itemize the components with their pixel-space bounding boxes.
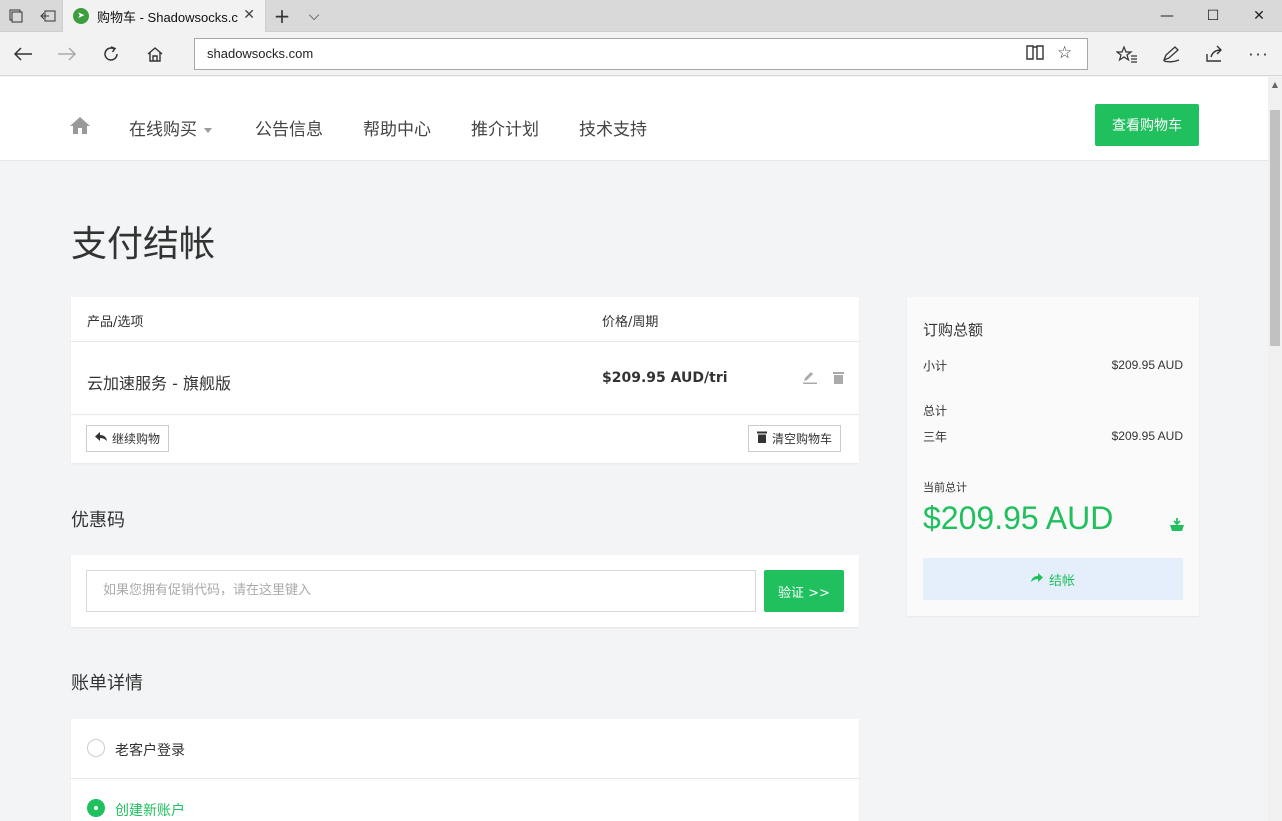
promo-section-title: 优惠码 (71, 510, 125, 531)
chevron-down-icon (204, 127, 212, 133)
promo-code-input[interactable]: 如果您拥有促销代码，请在这里键入 (86, 570, 756, 612)
close-tab-icon[interactable]: ✕ (243, 7, 255, 23)
more-menu-icon[interactable]: ··· (1244, 41, 1274, 67)
basket-icon (1170, 518, 1184, 536)
divider (71, 414, 859, 415)
existing-customer-label: 老客户登录 (115, 743, 185, 759)
tab-list-chevron-icon[interactable]: ⌵ (302, 5, 326, 27)
new-account-label: 创建新账户 (115, 803, 185, 819)
checkout-label: 结帐 (1048, 573, 1075, 589)
continue-shopping-label: 继续购物 (112, 432, 161, 446)
subtotal-value: $209.95 AUD (1111, 358, 1183, 372)
browser-titlebar: ➤ 购物车 - Shadowsocks.c ✕ + ⌵ — ☐ ✕ (0, 0, 1282, 32)
forward-arrow-icon[interactable] (52, 41, 82, 67)
menu-buy-online[interactable]: 在线购买 (129, 115, 212, 140)
scroll-up-icon[interactable]: ▲ (1270, 80, 1280, 89)
browser-tab[interactable]: ➤ 购物车 - Shadowsocks.c ✕ (62, 0, 266, 32)
site-home-icon[interactable] (69, 115, 91, 135)
summary-title: 订购总额 (923, 321, 984, 339)
product-price: $209.95 AUD/tri (602, 370, 728, 386)
tab-title: 购物车 - Shadowsocks.c (97, 9, 238, 25)
col-header-product: 产品/选项 (87, 315, 144, 330)
col-header-price: 价格/周期 (602, 315, 659, 330)
site-favicon-icon: ➤ (73, 8, 89, 24)
menu-buy-online-label: 在线购买 (129, 120, 197, 140)
share-arrow-icon (1030, 572, 1043, 587)
page-title: 支付结帐 (71, 224, 216, 265)
back-arrow-icon[interactable] (8, 41, 38, 67)
close-window-button[interactable]: ✕ (1236, 0, 1282, 32)
web-page: 在线购买 公告信息 帮助中心 推介计划 技术支持 查看购物车 支付结帐 产品/选… (0, 77, 1268, 821)
menu-announcements[interactable]: 公告信息 (255, 115, 323, 140)
menu-tech-support[interactable]: 技术支持 (579, 115, 647, 140)
subtotal-label: 小计 (923, 359, 948, 373)
set-aside-tabs-icon[interactable] (36, 5, 60, 27)
current-total-label: 当前总计 (923, 481, 967, 494)
divider (71, 778, 859, 779)
divider (71, 341, 859, 342)
reply-arrow-icon (95, 432, 107, 445)
url-text: shadowsocks.com (207, 46, 314, 61)
total-label: 总计 (923, 404, 948, 418)
radio-existing-customer[interactable] (87, 739, 105, 757)
share-icon[interactable] (1200, 41, 1230, 67)
favorites-hub-icon[interactable] (1112, 41, 1142, 67)
continue-shopping-button[interactable]: 继续购物 (86, 425, 170, 452)
scroll-thumb[interactable] (1270, 110, 1280, 346)
maximize-button[interactable]: ☐ (1190, 0, 1236, 32)
address-toolbar: shadowsocks.com ☆ ··· (0, 32, 1282, 76)
order-summary: 订购总额 小计 $209.95 AUD 总计 三年 $209.95 AUD 当前… (907, 297, 1199, 616)
empty-cart-button[interactable]: 清空购物车 (748, 425, 842, 452)
new-tab-button[interactable]: + (270, 4, 294, 28)
product-name: 云加速服务 - 旗舰版 (87, 374, 231, 393)
minimize-button[interactable]: — (1144, 0, 1190, 32)
period-value: $209.95 AUD (1111, 429, 1183, 443)
promo-card: 如果您拥有促销代码，请在这里键入 验证 >> (71, 555, 859, 627)
trash-icon (757, 431, 767, 446)
refresh-icon[interactable] (96, 41, 126, 67)
view-cart-button[interactable]: 查看购物车 (1095, 104, 1199, 146)
empty-cart-label: 清空购物车 (772, 432, 833, 446)
period-label: 三年 (923, 430, 948, 444)
favorite-star-icon[interactable]: ☆ (1057, 43, 1072, 63)
radio-new-account[interactable] (87, 799, 105, 817)
current-total-value: $209.95 AUD (923, 500, 1114, 536)
web-note-pen-icon[interactable] (1156, 41, 1186, 67)
trash-icon[interactable] (833, 371, 844, 387)
menu-referral[interactable]: 推介计划 (471, 115, 539, 140)
menu-help-center[interactable]: 帮助中心 (363, 115, 431, 140)
billing-card: 老客户登录 创建新账户 (71, 719, 859, 821)
address-bar[interactable]: shadowsocks.com ☆ (194, 38, 1088, 70)
billing-section-title: 账单详情 (71, 673, 143, 694)
edit-pencil-icon[interactable] (803, 371, 817, 387)
reading-view-icon[interactable] (1025, 43, 1045, 66)
tab-manager-icon[interactable] (4, 5, 28, 27)
home-icon[interactable] (140, 41, 170, 67)
site-header: 在线购买 公告信息 帮助中心 推介计划 技术支持 查看购物车 (0, 77, 1268, 161)
verify-button[interactable]: 验证 >> (764, 570, 844, 612)
checkout-button[interactable]: 结帐 (923, 558, 1183, 600)
cart-table: 产品/选项 价格/周期 云加速服务 - 旗舰版 $209.95 AUD/tri … (71, 297, 859, 463)
